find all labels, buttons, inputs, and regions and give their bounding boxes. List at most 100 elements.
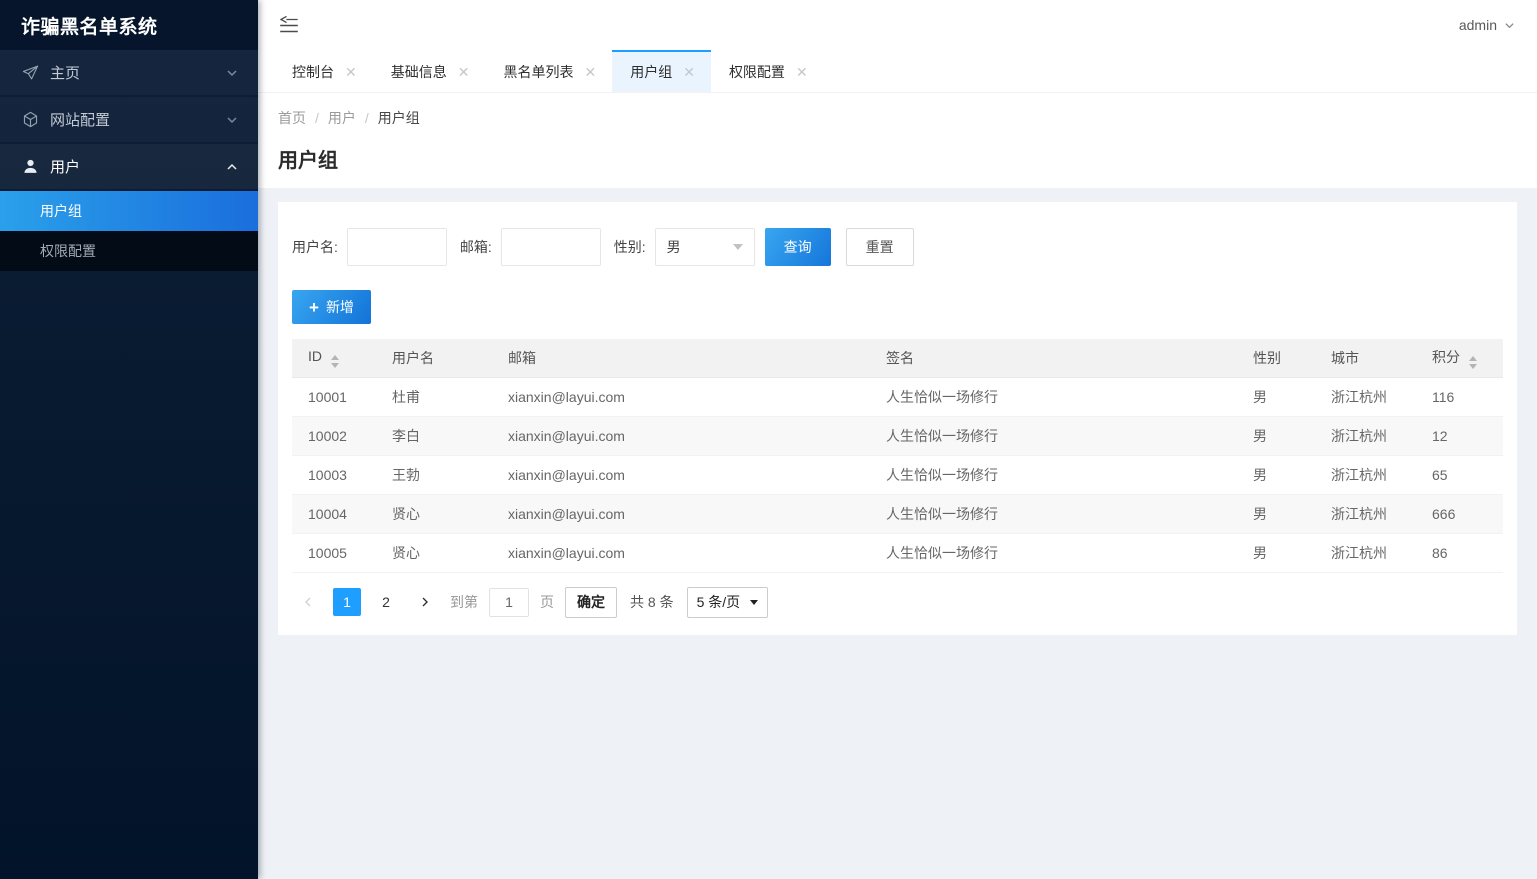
cell-signature: 人生恰似一场修行 xyxy=(870,377,1237,417)
sidebar-item-user[interactable]: 用户 xyxy=(0,144,258,189)
cell-username: 贤心 xyxy=(376,494,492,534)
sort-icon[interactable] xyxy=(331,354,339,368)
close-icon[interactable]: ✕ xyxy=(345,65,357,79)
cell-username: 李白 xyxy=(376,416,492,456)
cell-city: 浙江杭州 xyxy=(1315,533,1416,573)
tab-console[interactable]: 控制台 ✕ xyxy=(274,50,373,92)
cell-username: 杜甫 xyxy=(376,377,492,417)
col-label: 性别 xyxy=(1253,349,1281,366)
close-icon[interactable]: ✕ xyxy=(683,65,695,79)
filter-form: 用户名: 邮箱: 性别: 男 查询 重置 xyxy=(292,228,1503,266)
content-card: 用户名: 邮箱: 性别: 男 查询 重置 + 新增 ID 用户名 邮箱 签名 性… xyxy=(278,202,1517,635)
fold-menu-icon[interactable] xyxy=(278,14,300,36)
table-row: 10001 杜甫 xianxin@layui.com 人生恰似一场修行 男 浙江… xyxy=(292,377,1503,417)
col-header-signature: 签名 xyxy=(870,339,1237,378)
tab-user-group[interactable]: 用户组 ✕ xyxy=(612,50,711,92)
cell-gender: 男 xyxy=(1237,377,1315,417)
page-button-2[interactable]: 2 xyxy=(372,588,400,616)
close-icon[interactable]: ✕ xyxy=(796,65,808,79)
add-button-label: 新增 xyxy=(325,299,354,315)
sidebar-item-label: 网站配置 xyxy=(50,112,111,129)
top-header: admin xyxy=(258,0,1537,50)
chevron-up-icon xyxy=(227,163,237,170)
gender-label: 性别: xyxy=(613,239,646,255)
user-table: ID 用户名 邮箱 签名 性别 城市 积分 10001 杜甫 xianxin@l… xyxy=(292,339,1503,573)
page-button-1[interactable]: 1 xyxy=(333,588,361,616)
user-icon xyxy=(24,159,37,173)
pagination: 1 2 到第 页 确定 共 8 条 5 条/页 xyxy=(292,586,1503,618)
gender-selected-value: 男 xyxy=(666,239,681,255)
tab-label: 控制台 xyxy=(292,64,334,80)
reset-button[interactable]: 重置 xyxy=(845,228,914,266)
search-button[interactable]: 查询 xyxy=(764,228,831,266)
chevron-left-icon xyxy=(305,597,311,607)
cell-city: 浙江杭州 xyxy=(1315,377,1416,417)
sidebar-item-site-config[interactable]: 网站配置 xyxy=(0,97,258,142)
cell-gender: 男 xyxy=(1237,416,1315,456)
cell-signature: 人生恰似一场修行 xyxy=(870,455,1237,495)
cell-email: xianxin@layui.com xyxy=(492,416,870,456)
tab-label: 用户组 xyxy=(630,64,673,80)
breadcrumb-separator: / xyxy=(364,110,369,126)
sort-icon[interactable] xyxy=(1469,355,1477,369)
next-page-button[interactable] xyxy=(411,588,439,616)
chevron-down-icon xyxy=(227,116,237,123)
cell-score: 12 xyxy=(1416,416,1503,456)
table-row: 10002 李白 xianxin@layui.com 人生恰似一场修行 男 浙江… xyxy=(292,416,1503,456)
col-label: ID xyxy=(308,347,322,364)
col-header-email: 邮箱 xyxy=(492,339,870,378)
app-title: 诈骗黑名单系统 xyxy=(0,0,258,50)
add-button[interactable]: + 新增 xyxy=(292,290,371,324)
breadcrumb: 首页 / 用户 / 用户组 xyxy=(278,108,1517,128)
cell-city: 浙江杭州 xyxy=(1315,494,1416,534)
email-filter-group: 邮箱: xyxy=(460,228,601,266)
prev-page-button[interactable] xyxy=(294,588,322,616)
tab-blacklist[interactable]: 黑名单列表 ✕ xyxy=(485,50,612,92)
tab-permission-config[interactable]: 权限配置 ✕ xyxy=(711,50,824,92)
goto-page-input[interactable] xyxy=(489,587,529,617)
tab-label: 基础信息 xyxy=(390,64,447,80)
cell-score: 86 xyxy=(1416,533,1503,573)
total-count-label: 共 8 条 xyxy=(630,594,674,610)
tab-basic-info[interactable]: 基础信息 ✕ xyxy=(373,50,486,92)
chevron-right-icon xyxy=(422,597,428,607)
dropdown-arrow-icon xyxy=(732,244,743,250)
col-header-username: 用户名 xyxy=(376,339,492,378)
col-label: 用户名 xyxy=(392,349,434,366)
username-input[interactable] xyxy=(346,228,447,266)
cell-city: 浙江杭州 xyxy=(1315,455,1416,495)
close-icon[interactable]: ✕ xyxy=(584,65,596,79)
sidebar-item-user-group[interactable]: 用户组 xyxy=(0,191,258,231)
cell-score: 116 xyxy=(1416,377,1503,417)
sidebar-item-label: 主页 xyxy=(50,65,81,82)
cell-gender: 男 xyxy=(1237,494,1315,534)
breadcrumb-user[interactable]: 用户 xyxy=(328,108,356,128)
chevron-down-icon xyxy=(227,69,237,76)
page-size-value: 5 条/页 xyxy=(696,594,741,610)
cell-score: 666 xyxy=(1416,494,1503,534)
page-head: 首页 / 用户 / 用户组 用户组 xyxy=(258,93,1537,188)
tab-label: 黑名单列表 xyxy=(503,64,574,80)
cell-id: 10002 xyxy=(292,416,376,456)
chevron-down-icon xyxy=(1505,22,1514,28)
user-menu[interactable]: admin xyxy=(1459,17,1515,33)
tab-label: 权限配置 xyxy=(728,64,785,80)
send-icon xyxy=(22,65,39,80)
breadcrumb-current: 用户组 xyxy=(377,110,420,126)
cell-username: 贤心 xyxy=(376,533,492,573)
sidebar-item-home[interactable]: 主页 xyxy=(0,50,258,95)
table-row: 10005 贤心 xianxin@layui.com 人生恰似一场修行 男 浙江… xyxy=(292,533,1503,573)
email-input[interactable] xyxy=(500,228,601,266)
table-row: 10003 王勃 xianxin@layui.com 人生恰似一场修行 男 浙江… xyxy=(292,455,1503,495)
breadcrumb-home[interactable]: 首页 xyxy=(278,108,306,128)
sidebar-item-permission-config[interactable]: 权限配置 xyxy=(0,231,258,271)
username-label: 用户名: xyxy=(292,239,338,255)
cell-signature: 人生恰似一场修行 xyxy=(870,494,1237,534)
email-label: 邮箱: xyxy=(459,239,492,255)
page-size-select[interactable]: 5 条/页 xyxy=(686,586,769,618)
gender-select[interactable]: 男 xyxy=(654,228,755,266)
dropdown-arrow-icon xyxy=(750,599,759,605)
close-icon[interactable]: ✕ xyxy=(458,65,470,79)
confirm-page-button[interactable]: 确定 xyxy=(565,586,617,618)
username-label: admin xyxy=(1458,17,1497,33)
